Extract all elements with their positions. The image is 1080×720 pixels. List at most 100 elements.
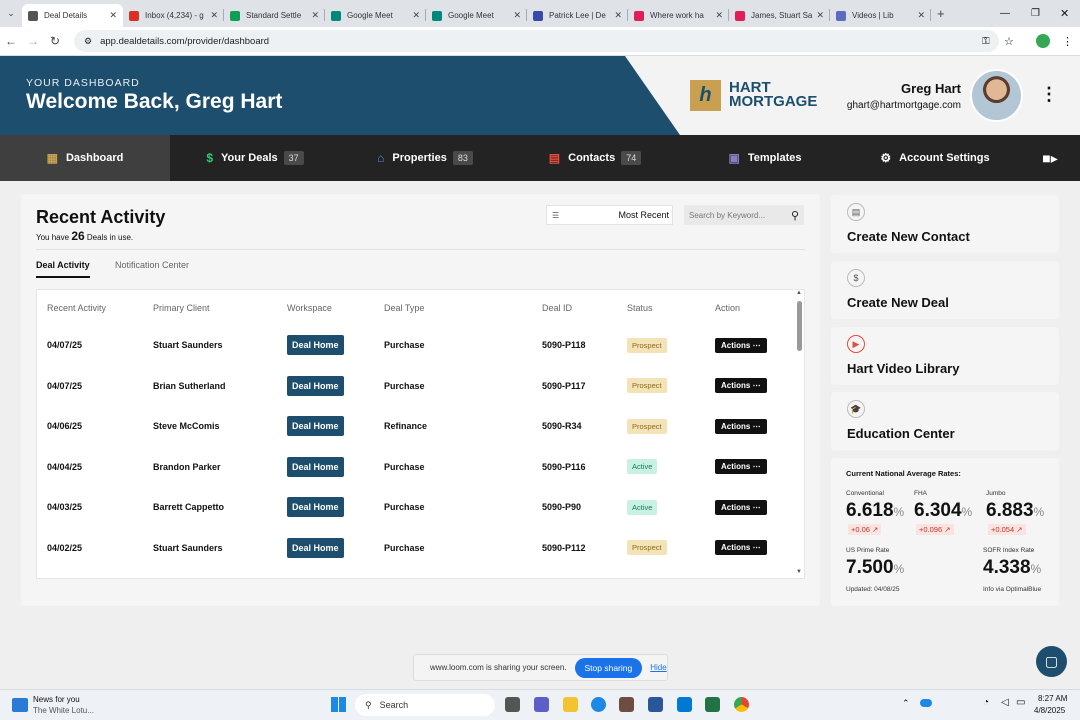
deal-home-button[interactable]: Deal Home	[287, 335, 344, 355]
clock-time[interactable]: 8:27 AM	[1038, 694, 1067, 703]
profile-icon[interactable]	[1036, 34, 1050, 48]
chrome-icon[interactable]	[734, 697, 749, 712]
tab-search-chevron-icon[interactable]: ⌄	[0, 8, 22, 19]
close-tab-icon[interactable]: ✕	[816, 10, 824, 21]
deal-home-button[interactable]: Deal Home	[287, 537, 344, 558]
row-client[interactable]: Steve McComis	[153, 406, 220, 446]
maximize-window-icon[interactable]: ❐	[1031, 8, 1040, 19]
table-row[interactable]: 04/06/25 Steve McComis Deal Home Refinance 5…	[37, 406, 797, 446]
browser-tab[interactable]: Patrick Lee | De ✕	[527, 4, 628, 27]
taskbar-search-input[interactable]: ⚲ Search	[355, 694, 495, 716]
teams-icon[interactable]	[534, 697, 549, 712]
tab-notification-center[interactable]: Notification Center	[115, 260, 189, 270]
nav-contacts[interactable]: ▤ Contacts 74	[510, 135, 680, 181]
row-client[interactable]: Stuart Saunders	[153, 325, 223, 365]
deal-home-button[interactable]: Deal Home	[287, 497, 344, 517]
keyword-search-input[interactable]: Search by Keyword... ⚲	[684, 205, 804, 225]
nav-account-settings[interactable]: ⚙ Account Settings	[850, 135, 1020, 181]
table-row[interactable]: 04/03/25 Barrett Cappetto Deal Home Purchas…	[37, 487, 797, 527]
news-title[interactable]: News for you	[33, 695, 80, 704]
password-key-icon[interactable]: ⚿	[982, 36, 990, 47]
table-row[interactable]: 04/07/25 Brian Sutherland Deal Home Purchas…	[37, 366, 797, 406]
scroll-up-icon[interactable]: ▲	[796, 290, 802, 296]
stop-sharing-button[interactable]: Stop sharing	[574, 657, 643, 678]
forward-icon[interactable]: →	[22, 34, 44, 48]
create-new-contact-card[interactable]: ▤ Create New Contact	[831, 195, 1059, 253]
word-icon[interactable]	[648, 697, 663, 712]
table-row[interactable]: 04/02/25 Stuart Saunders Deal Home Purchase…	[37, 528, 797, 568]
nav-templates[interactable]: ▣ Templates	[680, 135, 850, 181]
row-client[interactable]: Brian Sutherland	[153, 366, 226, 406]
education-center-card[interactable]: 🎓 Education Center	[831, 392, 1059, 450]
browser-menu-icon[interactable]: ⋮	[1062, 35, 1073, 48]
actions-button[interactable]: Actions ⋯	[715, 418, 767, 434]
browser-tab[interactable]: Google Meet ✕	[325, 4, 426, 27]
tab-deal-activity[interactable]: Deal Activity	[36, 260, 90, 278]
close-tab-icon[interactable]: ✕	[715, 10, 723, 21]
close-tab-icon[interactable]: ✕	[109, 10, 117, 21]
minimize-window-icon[interactable]: —	[1000, 8, 1010, 19]
row-client[interactable]: Barrett Cappetto	[153, 487, 224, 527]
browser-tab[interactable]: Google Meet ✕	[426, 4, 527, 27]
bookmark-star-icon[interactable]: ☆	[1004, 35, 1014, 48]
site-info-icon[interactable]: ⚙	[84, 36, 92, 47]
create-new-deal-card[interactable]: $ Create New Deal	[831, 261, 1059, 319]
browser-tab[interactable]: Standard Settle ✕	[224, 4, 325, 27]
actions-button[interactable]: Actions ⋯	[715, 459, 767, 474]
hart-video-library-card[interactable]: ▶ Hart Video Library	[831, 327, 1059, 385]
deal-home-button[interactable]: Deal Home	[287, 416, 344, 436]
close-tab-icon[interactable]: ✕	[917, 10, 925, 21]
col-deal-type[interactable]: Deal Type	[384, 303, 424, 313]
row-client[interactable]: Brandon Parker	[153, 447, 221, 487]
close-tab-icon[interactable]: ✕	[210, 10, 218, 21]
deal-home-button[interactable]: Deal Home	[287, 456, 344, 477]
table-row[interactable]: 04/07/25 Stuart Saunders Deal Home Purchase…	[37, 325, 797, 365]
nav-your-deals[interactable]: $ Your Deals 37	[170, 135, 340, 181]
nav-dashboard[interactable]: ▦ Dashboard	[0, 135, 170, 181]
volume-icon[interactable]: ◁	[1001, 697, 1009, 708]
avatar[interactable]	[970, 69, 1023, 122]
scroll-down-icon[interactable]: ▼	[796, 569, 802, 575]
hart-logo-mark[interactable]: h	[690, 80, 721, 111]
battery-icon[interactable]: ▭	[1016, 697, 1025, 708]
hart-logo-text[interactable]: HART MORTGAGE	[729, 80, 817, 109]
new-tab-button[interactable]: +	[937, 6, 945, 21]
url-input[interactable]: ⚙ app.dealdetails.com/provider/dashboard	[74, 30, 999, 52]
col-action[interactable]: Action	[715, 303, 740, 313]
search-icon[interactable]: ⚲	[791, 209, 799, 222]
col-recent-activity[interactable]: Recent Activity	[47, 303, 106, 313]
row-client[interactable]: Stuart Saunders	[153, 528, 223, 568]
news-widget-icon[interactable]	[12, 698, 28, 712]
hide-share-bar-link[interactable]: Hide	[650, 663, 666, 672]
col-primary-client[interactable]: Primary Client	[153, 303, 210, 313]
close-tab-icon[interactable]: ✕	[311, 10, 319, 21]
close-window-icon[interactable]: ✕	[1060, 7, 1069, 20]
actions-button[interactable]: Actions ⋯	[715, 540, 767, 555]
sort-select[interactable]: ☰ Most Recent	[546, 205, 673, 225]
col-workspace[interactable]: Workspace	[287, 303, 332, 313]
col-deal-id[interactable]: Deal ID	[542, 303, 572, 313]
task-view-icon[interactable]	[505, 697, 520, 712]
table-row[interactable]: 04/04/25 Brandon Parker Deal Home Purchase 5…	[37, 447, 797, 487]
browser-tab[interactable]: Deal Details ✕	[22, 4, 123, 27]
edge-icon[interactable]	[591, 697, 606, 712]
actions-button[interactable]: Actions ⋯	[715, 337, 767, 353]
browser-tab[interactable]: Videos | Lib ✕	[830, 4, 931, 27]
up-arrow-icon[interactable]: ⌃	[902, 698, 910, 709]
close-tab-icon[interactable]: ✕	[513, 10, 521, 21]
actions-button[interactable]: Actions ⋯	[715, 499, 767, 515]
more-menu-icon[interactable]: ⋮	[1040, 84, 1058, 105]
wifi-icon[interactable]: ◔	[983, 697, 989, 708]
onedrive-icon[interactable]	[920, 699, 932, 707]
scroll-thumb[interactable]	[797, 301, 802, 351]
loom-record-button[interactable]: ■▸	[1020, 135, 1080, 181]
browser-tab[interactable]: Where work ha ✕	[628, 4, 729, 27]
browser-tab[interactable]: James, Stuart Sa ✕	[729, 4, 830, 27]
reload-icon[interactable]: ↻	[44, 34, 66, 48]
close-tab-icon[interactable]: ✕	[614, 10, 622, 21]
back-icon[interactable]: ←	[0, 34, 22, 48]
nav-properties[interactable]: ⌂ Properties 83	[340, 135, 510, 181]
outlook-icon[interactable]	[677, 697, 692, 712]
file-explorer-icon[interactable]	[563, 697, 578, 712]
close-tab-icon[interactable]: ✕	[412, 10, 420, 21]
